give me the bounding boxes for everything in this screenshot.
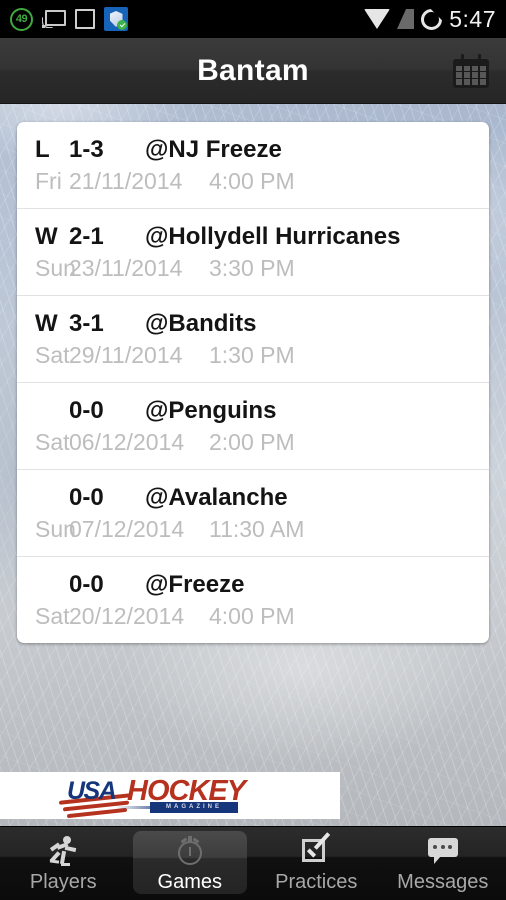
ad-brand-usa: USA [67, 776, 117, 805]
game-opponent: @NJ Freeze [145, 136, 282, 163]
game-day: Sun [35, 255, 76, 281]
tab-messages[interactable]: Messages [380, 827, 506, 900]
battery-icon [421, 8, 443, 30]
wifi-icon [364, 9, 391, 29]
calendar-button[interactable] [448, 48, 494, 94]
game-time: 3:30 PM [209, 255, 295, 281]
security-shield-icon [104, 7, 128, 31]
game-score: 0-0 [69, 484, 104, 511]
usa-hockey-magazine-logo: USA HOCKEY MAGAZINE [55, 775, 285, 818]
game-result: W [35, 223, 58, 250]
ad-brand-sub: MAGAZINE [150, 801, 238, 813]
cellular-signal-icon [397, 9, 415, 29]
game-opponent: @Penguins [145, 397, 277, 424]
tab-games[interactable]: Games [127, 827, 254, 900]
game-time: 4:00 PM [209, 603, 295, 629]
game-date: 06/12/2014 [69, 429, 185, 455]
table-row[interactable]: W 2-1 @Hollydell Hurricanes Sun 23/11/20… [17, 209, 489, 296]
status-bar-right-icons: 5:47 [364, 6, 496, 33]
bottom-tab-bar: Players Games Practices Messages [0, 826, 506, 900]
tab-practices-label: Practices [275, 870, 358, 893]
game-result: W [35, 310, 58, 337]
game-score: 3-1 [69, 310, 104, 337]
status-bar-left-icons: 49 [10, 7, 128, 31]
game-day: Sat [35, 603, 70, 629]
square-icon [75, 9, 95, 29]
table-row[interactable]: L 1-3 @NJ Freeze Fri 21/11/2014 4:00 PM [17, 122, 489, 209]
game-opponent: @Avalanche [145, 484, 288, 511]
game-day: Sat [35, 342, 70, 368]
game-time: 11:30 AM [209, 516, 305, 542]
advertisement-banner[interactable]: USA HOCKEY MAGAZINE [0, 772, 340, 819]
app-header: Bantam [0, 38, 506, 104]
game-score: 0-0 [69, 571, 104, 598]
game-opponent: @Hollydell Hurricanes [145, 223, 401, 250]
game-date: 23/11/2014 [69, 255, 183, 281]
game-day: Sun [35, 516, 76, 542]
game-time: 4:00 PM [209, 168, 295, 194]
table-row[interactable]: W 3-1 @Bandits Sat 29/11/2014 1:30 PM [17, 296, 489, 383]
game-date: 21/11/2014 [69, 168, 183, 194]
game-opponent: @Bandits [145, 310, 257, 337]
cast-icon [42, 9, 66, 29]
ad-rule [115, 805, 155, 809]
table-row[interactable]: 0-0 @Penguins Sat 06/12/2014 2:00 PM [17, 383, 489, 470]
download-progress-icon: 49 [10, 7, 33, 31]
status-bar: 49 5:47 [0, 0, 506, 38]
checkbox-icon [302, 831, 331, 865]
page-title: Bantam [197, 53, 309, 87]
game-score: 1-3 [69, 136, 104, 163]
calendar-icon [453, 53, 489, 88]
game-date: 07/12/2014 [69, 516, 185, 542]
table-row[interactable]: 0-0 @Avalanche Sun 07/12/2014 11:30 AM [17, 470, 489, 557]
game-result: L [35, 136, 50, 163]
tab-practices[interactable]: Practices [253, 827, 380, 900]
game-day: Sat [35, 429, 70, 455]
game-opponent: @Freeze [145, 571, 245, 598]
app-root: 49 5:47 Bantam L 1-3 @NJ Freeze Fri 21/1… [0, 0, 506, 900]
game-day: Fri [35, 168, 62, 194]
stopwatch-icon [176, 835, 204, 866]
runner-icon [49, 835, 77, 866]
game-date: 29/11/2014 [69, 342, 183, 368]
game-time: 1:30 PM [209, 342, 295, 368]
games-list-card: L 1-3 @NJ Freeze Fri 21/11/2014 4:00 PM … [17, 122, 489, 643]
tab-messages-label: Messages [397, 870, 489, 893]
tab-games-label: Games [157, 870, 222, 893]
game-date: 20/12/2014 [69, 603, 185, 629]
status-bar-clock: 5:47 [449, 5, 496, 32]
table-row[interactable]: 0-0 @Freeze Sat 20/12/2014 4:00 PM [17, 557, 489, 643]
game-score: 2-1 [69, 223, 104, 250]
speech-bubble-icon [427, 837, 458, 864]
game-time: 2:00 PM [209, 429, 295, 455]
tab-players-label: Players [29, 870, 97, 893]
tab-players[interactable]: Players [0, 827, 127, 900]
game-score: 0-0 [69, 397, 104, 424]
